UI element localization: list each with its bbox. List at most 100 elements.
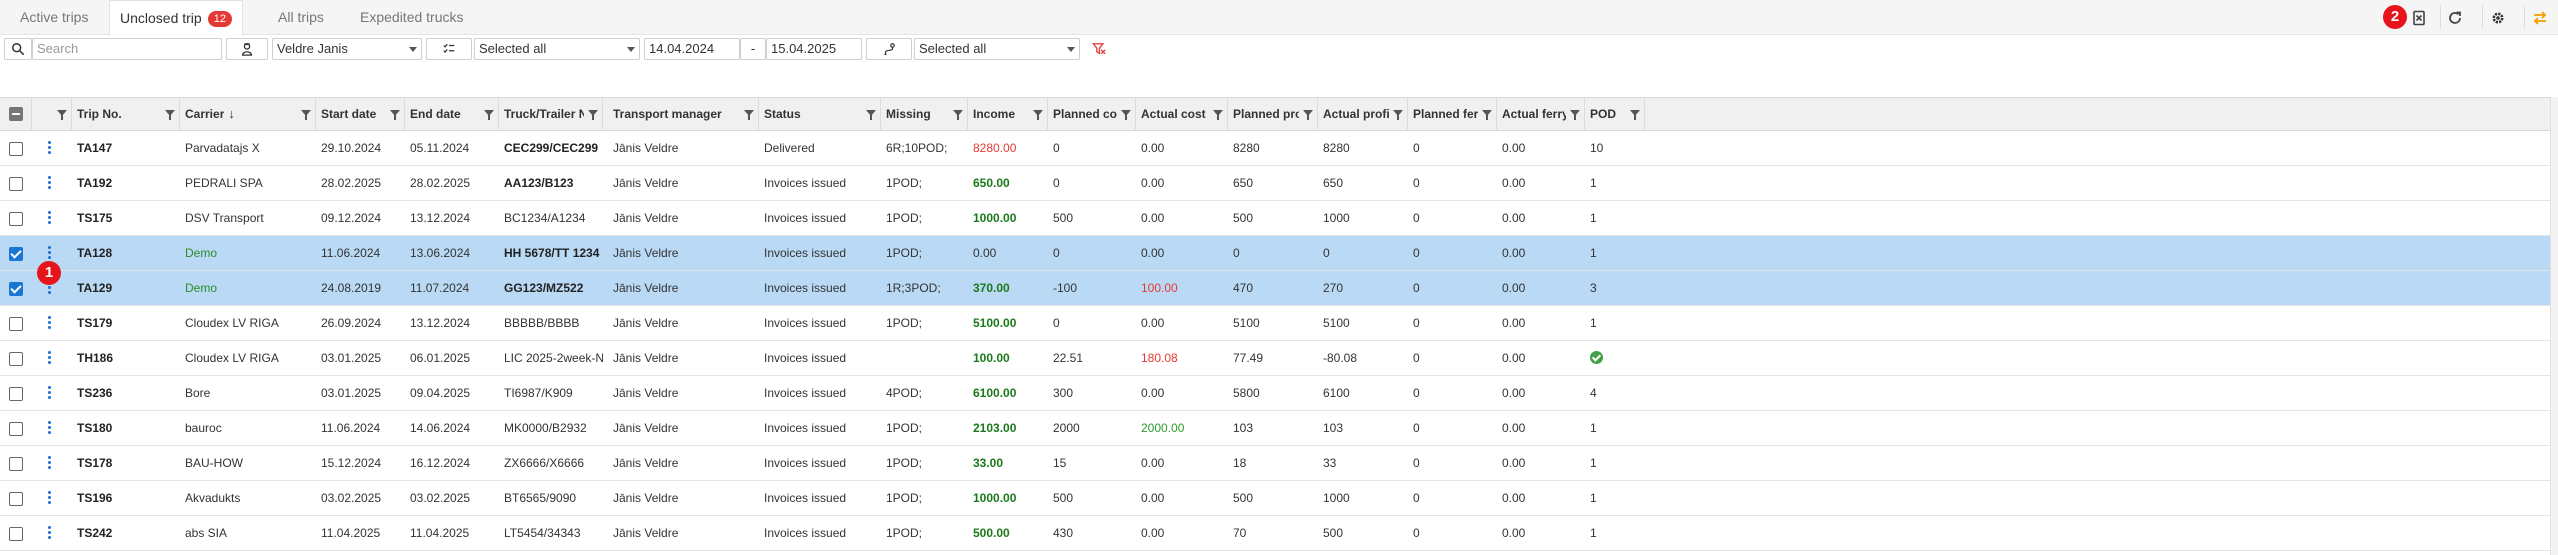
cell-trip[interactable]: TH186 xyxy=(72,341,180,375)
clear-filters-button[interactable] xyxy=(1088,38,1110,60)
column-filter-icon[interactable] xyxy=(484,110,494,120)
vehicle-filter-button[interactable] xyxy=(866,38,912,60)
column-header-carrier[interactable]: Carrier ↓ xyxy=(180,98,316,130)
row-menu-icon[interactable] xyxy=(48,491,52,505)
table-row[interactable]: TS196 Akvadukts 03.02.2025 03.02.2025 BT6565… xyxy=(0,481,2558,516)
column-filter-icon[interactable] xyxy=(953,110,963,120)
row-checkbox[interactable] xyxy=(9,142,23,156)
vehicle-select[interactable]: Selected all xyxy=(914,38,1080,60)
row-menu-icon[interactable] xyxy=(48,246,52,260)
column-filter-icon[interactable] xyxy=(1482,110,1492,120)
column-header-actual-profi[interactable]: Actual profi xyxy=(1318,98,1408,130)
column-header-planned-co[interactable]: Planned co xyxy=(1048,98,1136,130)
row-checkbox[interactable] xyxy=(9,492,23,506)
export-excel-button[interactable] xyxy=(2405,4,2433,32)
column-header-actual-cost[interactable]: Actual cost xyxy=(1136,98,1228,130)
cell-trip[interactable]: TS236 xyxy=(72,376,180,410)
column-filter-icon[interactable] xyxy=(1393,110,1403,120)
table-row[interactable]: TS175 DSV Transport 09.12.2024 13.12.2024 BC… xyxy=(0,201,2558,236)
sort-descending-icon[interactable]: ↓ xyxy=(228,98,235,130)
row-checkbox[interactable] xyxy=(9,212,23,226)
row-menu-icon[interactable] xyxy=(48,211,52,225)
column-header-end-date[interactable]: End date xyxy=(405,98,499,130)
row-menu-icon[interactable] xyxy=(48,351,52,365)
column-header-start-date[interactable]: Start date xyxy=(316,98,405,130)
column-filter-icon[interactable] xyxy=(301,110,311,120)
column-filter-icon[interactable] xyxy=(1630,110,1640,120)
column-filter-icon[interactable] xyxy=(390,110,400,120)
select-all-checkbox[interactable] xyxy=(9,107,23,121)
row-checkbox[interactable] xyxy=(9,422,23,436)
column-filter-icon[interactable] xyxy=(588,110,598,120)
table-row[interactable]: TS178 BAU-HOW 15.12.2024 16.12.2024 ZX6666/X… xyxy=(0,446,2558,481)
date-to-input[interactable]: 15.04.2025 xyxy=(766,38,862,60)
column-header-trip-no[interactable]: Trip No. xyxy=(72,98,180,130)
status-select[interactable]: Selected all xyxy=(474,38,640,60)
row-menu-icon[interactable] xyxy=(48,141,52,155)
column-header-income[interactable]: Income xyxy=(968,98,1048,130)
manager-filter-button[interactable] xyxy=(226,38,268,60)
date-from-input[interactable]: 14.04.2024 xyxy=(644,38,740,60)
table-row[interactable]: TS180 bauroc 11.06.2024 14.06.2024 MK0000/B2… xyxy=(0,411,2558,446)
row-checkbox[interactable] xyxy=(9,317,23,331)
settings-button[interactable] xyxy=(2484,4,2512,32)
cell-trip[interactable]: TS175 xyxy=(72,201,180,235)
cell-trip[interactable]: TA147 xyxy=(72,131,180,165)
column-filter-icon[interactable] xyxy=(866,110,876,120)
row-checkbox[interactable] xyxy=(9,457,23,471)
vertical-scrollbar[interactable] xyxy=(2550,97,2558,555)
row-menu-icon[interactable] xyxy=(48,386,52,400)
table-row[interactable]: TA192 PEDRALI SPA 28.02.2025 28.02.2025 AA12… xyxy=(0,166,2558,201)
column-header-truck-trailer-n[interactable]: Truck/Trailer N xyxy=(499,98,603,130)
row-menu-icon[interactable] xyxy=(48,526,52,540)
cell-trip[interactable]: TS242 xyxy=(72,516,180,550)
table-row[interactable]: TA147 Parvadatajs X 29.10.2024 05.11.2024 CE… xyxy=(0,131,2558,166)
tab-expedited-trucks[interactable]: Expedited trucks xyxy=(350,0,474,35)
column-header-pod[interactable]: POD xyxy=(1585,98,1645,130)
column-header-planned-pro[interactable]: Planned pro xyxy=(1228,98,1318,130)
status-filter-button[interactable] xyxy=(426,38,472,60)
search-button[interactable] xyxy=(4,38,32,60)
cell-trip[interactable]: TS180 xyxy=(72,411,180,445)
row-menu-icon[interactable] xyxy=(48,316,52,330)
column-filter-icon[interactable] xyxy=(57,110,67,120)
column-header-transport-manager[interactable]: Transport manager xyxy=(608,98,759,130)
cell-trip[interactable]: TS196 xyxy=(72,481,180,515)
table-row[interactable]: TA129 Demo 24.08.2019 11.07.2024 GG123/MZ522… xyxy=(0,271,2558,306)
refresh-button[interactable] xyxy=(2441,4,2469,32)
row-checkbox[interactable] xyxy=(9,247,23,261)
column-filter-icon[interactable] xyxy=(165,110,175,120)
column-header-missing[interactable]: Missing xyxy=(881,98,968,130)
row-menu-icon[interactable] xyxy=(48,421,52,435)
column-header-planned-fer[interactable]: Planned fer xyxy=(1408,98,1497,130)
row-checkbox[interactable] xyxy=(9,387,23,401)
tab-active-trips[interactable]: Active trips xyxy=(10,0,98,35)
column-filter-icon[interactable] xyxy=(1570,110,1580,120)
table-row[interactable]: TH186 Cloudex LV RIGA 03.01.2025 06.01.2025… xyxy=(0,341,2558,376)
row-checkbox[interactable] xyxy=(9,177,23,191)
table-row[interactable]: TA128 Demo 11.06.2024 13.06.2024 HH 5678/TT … xyxy=(0,236,2558,271)
table-row[interactable]: TS236 Bore 03.01.2025 09.04.2025 TI6987/K909… xyxy=(0,376,2558,411)
row-checkbox[interactable] xyxy=(9,527,23,541)
table-row[interactable]: TS242 abs SIA 11.04.2025 11.04.2025 LT5454/3… xyxy=(0,516,2558,551)
table-row[interactable]: TS179 Cloudex LV RIGA 26.09.2024 13.12.2024… xyxy=(0,306,2558,341)
cell-trip[interactable]: TA128 xyxy=(72,236,180,270)
tab-unclosed-trip[interactable]: Unclosed trip 12 xyxy=(109,0,243,36)
row-checkbox[interactable] xyxy=(9,282,23,296)
tab-all-trips[interactable]: All trips xyxy=(268,0,334,35)
cell-trip[interactable]: TA192 xyxy=(72,166,180,200)
column-filter-icon[interactable] xyxy=(1121,110,1131,120)
column-header-status[interactable]: Status xyxy=(759,98,881,130)
row-checkbox[interactable] xyxy=(9,352,23,366)
column-filter-icon[interactable] xyxy=(1033,110,1043,120)
switch-view-button[interactable] xyxy=(2526,4,2554,32)
column-filter-icon[interactable] xyxy=(744,110,754,120)
manager-select[interactable]: Veldre Janis xyxy=(272,38,422,60)
cell-trip[interactable]: TS179 xyxy=(72,306,180,340)
column-header-actual-ferry[interactable]: Actual ferry xyxy=(1497,98,1585,130)
search-input[interactable]: Search xyxy=(32,38,222,60)
column-filter-icon[interactable] xyxy=(1303,110,1313,120)
column-filter-icon[interactable] xyxy=(1213,110,1223,120)
row-menu-icon[interactable] xyxy=(48,456,52,470)
cell-trip[interactable]: TS178 xyxy=(72,446,180,480)
